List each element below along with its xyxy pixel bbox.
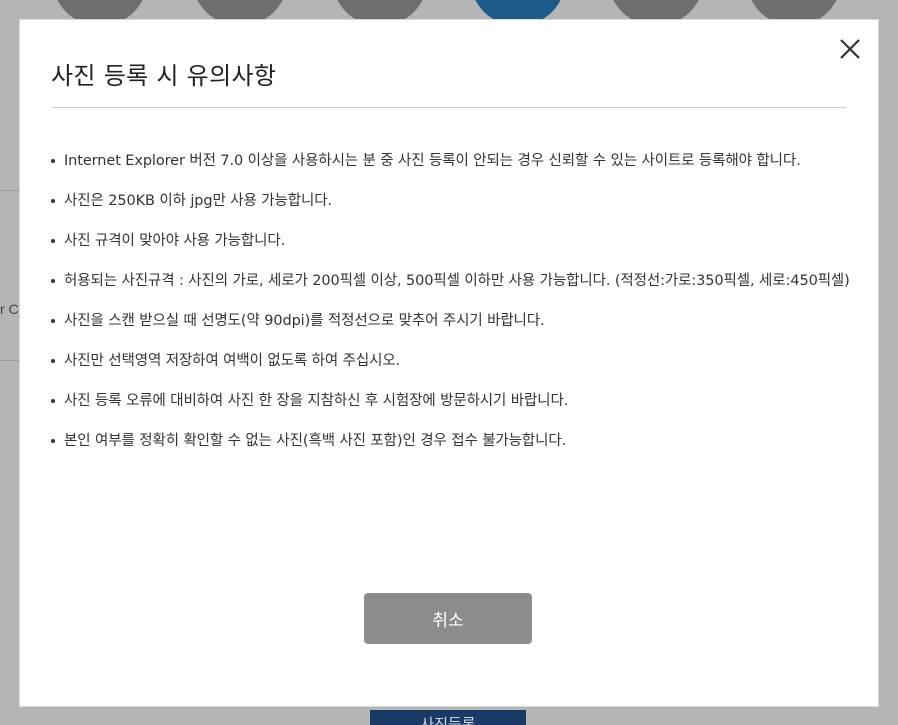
notice-item: 본인 여부를 정확히 확인할 수 없는 사진(흑백 사진 포함)인 경우 접수 … — [51, 428, 851, 454]
notice-item: 사진을 스캔 받으실 때 선명도(약 90dpi)를 적정선으로 맞추어 주시기… — [51, 308, 851, 334]
bullet-icon — [51, 199, 55, 203]
notice-text: 사진은 250KB 이하 jpg만 사용 가능합니다. — [64, 193, 332, 209]
photo-register-button: 사진등록 — [370, 710, 526, 725]
photo-notice-modal: 사진 등록 시 유의사항 Internet Explorer 버전 7.0 이상… — [20, 20, 878, 706]
notice-item: 허용되는 사진규격 : 사진의 가로, 세로가 200픽셀 이상, 500픽셀 … — [51, 268, 851, 294]
notice-item: 사진은 250KB 이하 jpg만 사용 가능합니다. — [51, 188, 851, 214]
notice-text: 사진 등록 오류에 대비하여 사진 한 장을 지참하신 후 시험장에 방문하시기… — [64, 393, 569, 409]
bullet-icon — [51, 359, 55, 363]
cancel-button[interactable]: 취소 — [364, 593, 532, 644]
notice-item: 사진 등록 오류에 대비하여 사진 한 장을 지참하신 후 시험장에 방문하시기… — [51, 388, 851, 414]
bullet-icon — [51, 319, 55, 323]
notice-text: 사진을 스캔 받으실 때 선명도(약 90dpi)를 적정선으로 맞추어 주시기… — [64, 313, 545, 329]
bg-divider — [0, 190, 20, 191]
notice-text: 사진만 선택영역 저장하여 여백이 없도록 하여 주십시오. — [64, 353, 401, 369]
notice-text: Internet Explorer 버전 7.0 이상을 사용하시는 분 중 사… — [64, 153, 801, 169]
notice-item: 사진만 선택영역 저장하여 여백이 없도록 하여 주십시오. — [51, 348, 851, 374]
bullet-icon — [51, 399, 55, 403]
bullet-icon — [51, 279, 55, 283]
bg-divider — [0, 360, 20, 361]
bullet-icon — [51, 239, 55, 243]
bullet-icon — [51, 439, 55, 443]
notice-text: 허용되는 사진규격 : 사진의 가로, 세로가 200픽셀 이상, 500픽셀 … — [64, 273, 850, 289]
notice-item: 사진 규격이 맞아야 사용 가능합니다. — [51, 228, 851, 254]
modal-title: 사진 등록 시 유의사항 — [51, 62, 277, 90]
title-divider — [51, 107, 846, 108]
bullet-icon — [51, 159, 55, 163]
bg-edge-text: r C — [0, 301, 19, 317]
close-button[interactable] — [837, 36, 863, 62]
notice-text: 본인 여부를 정확히 확인할 수 없는 사진(흑백 사진 포함)인 경우 접수 … — [64, 433, 567, 449]
notice-text: 사진 규격이 맞아야 사용 가능합니다. — [64, 233, 286, 249]
page: r C 사진등록 사진 등록 시 유의사항 Internet Explorer … — [0, 0, 898, 725]
notice-list: Internet Explorer 버전 7.0 이상을 사용하시는 분 중 사… — [51, 148, 851, 468]
notice-item: Internet Explorer 버전 7.0 이상을 사용하시는 분 중 사… — [51, 148, 851, 174]
close-icon — [840, 39, 860, 59]
